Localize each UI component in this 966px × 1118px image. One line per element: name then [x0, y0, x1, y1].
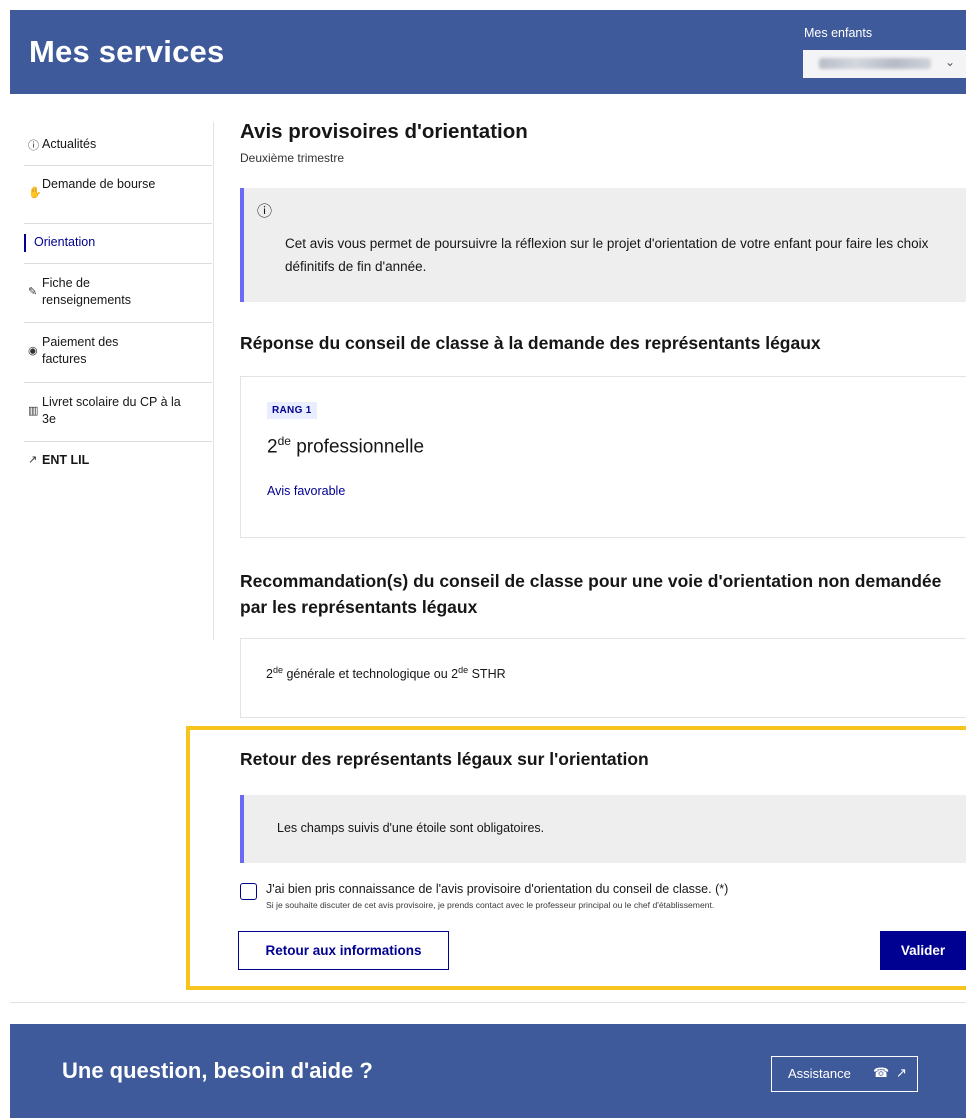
acknowledge-checkbox-label[interactable]: J'ai bien pris connaissance de l'avis pr…	[266, 882, 728, 896]
children-select[interactable]: ⌄	[803, 50, 966, 78]
required-fields-text: Les champs suivis d'une étoile sont obli…	[277, 821, 545, 835]
sidebar-divider	[24, 263, 212, 264]
footer: Une question, besoin d'aide ? Assistance…	[10, 1024, 966, 1118]
sidebar-item-label: Paiement des factures	[42, 335, 119, 366]
external-link-icon: ↗	[896, 1065, 907, 1080]
sidebar-item-label: ENT LIL	[42, 453, 90, 467]
rec-sup: de	[458, 665, 469, 675]
rec-sup: de	[272, 665, 283, 675]
sidebar-divider	[24, 165, 212, 166]
sidebar-item-actualites[interactable]: ⓘ Actualités	[24, 136, 212, 156]
book-icon: ▥	[28, 405, 39, 417]
assistance-label: Assistance	[788, 1066, 851, 1081]
rank-badge: RANG 1	[267, 402, 317, 419]
children-select-label: Mes enfants	[804, 26, 873, 40]
sidebar-divider	[24, 382, 212, 383]
acknowledge-checkbox[interactable]	[240, 883, 257, 900]
info-icon: ⓘ	[257, 203, 273, 220]
avis-status: Avis favorable	[267, 484, 346, 498]
sidebar-item-livret[interactable]: ▥ Livret scolaire du CP à la 3e	[24, 394, 212, 430]
main-content: ⓘ Actualités ✋ Demande de bourse Orienta…	[10, 94, 966, 1003]
choice-number: 2	[267, 436, 278, 458]
sidebar-item-fiche[interactable]: ✎ Fiche de renseignements	[24, 275, 212, 311]
recommendation-card: 2de générale et technologique ou 2de STH…	[240, 638, 966, 718]
info-text: Cet avis vous permet de poursuivre la ré…	[285, 236, 929, 274]
page-subtitle: Deuxième trimestre	[240, 151, 345, 165]
info-callout: ⓘ Cet avis vous permet de poursuivre la …	[240, 188, 966, 302]
handshake-icon: ✋	[28, 187, 42, 199]
sidebar-item-label: Orientation	[34, 235, 96, 249]
support-icon: ☎	[873, 1065, 890, 1080]
recommendation-section-title: Recommandation(s) du conseil de classe p…	[240, 571, 942, 617]
feedback-section-title: Retour des représentants légaux sur l'or…	[240, 749, 649, 769]
sidebar-divider	[24, 441, 212, 442]
sidebar-item-label: Fiche de renseignements	[42, 276, 131, 307]
sidebar-item-label: Demande de bourse	[42, 177, 156, 191]
rec-part: 2	[266, 667, 273, 682]
sidebar-item-label: Actualités	[42, 137, 97, 151]
orientation-choice: 2de professionnelle	[267, 434, 424, 458]
footer-title: Une question, besoin d'aide ?	[62, 1058, 373, 1083]
coins-icon: ◉	[28, 345, 38, 357]
page-title: Avis provisoires d'orientation	[240, 120, 528, 143]
assistance-button[interactable]: Assistance ☎ ↗	[771, 1056, 918, 1092]
chevron-down-icon: ⌄	[945, 55, 956, 69]
header: Mes services Mes enfants ⌄	[10, 10, 966, 94]
page: Mes services Mes enfants ⌄ ⓘ Actualités …	[0, 0, 966, 1118]
sidebar-divider	[24, 223, 212, 224]
response-section-title: Réponse du conseil de classe à la demand…	[240, 333, 821, 353]
required-fields-notice: Les champs suivis d'une étoile sont obli…	[240, 795, 966, 863]
page-header-title: Mes services	[29, 34, 225, 69]
choice-sup: de	[277, 434, 291, 448]
sidebar-item-label: Livret scolaire du CP à la 3e	[42, 395, 181, 426]
external-link-icon: ↗	[28, 454, 38, 466]
info-icon: ⓘ	[28, 140, 39, 152]
sidebar-item-orientation[interactable]: Orientation	[24, 234, 212, 254]
validate-button[interactable]: Valider	[880, 931, 966, 970]
response-card: RANG 1 2de professionnelle Avis favorabl…	[240, 376, 966, 538]
sidebar-item-ent[interactable]: ↗ ENT LIL	[24, 452, 212, 472]
choice-name: professionnelle	[290, 436, 425, 458]
rec-part: STHR	[468, 667, 506, 682]
edit-icon: ✎	[28, 286, 38, 298]
acknowledge-hint: Si je souhaite discuter de cet avis prov…	[266, 900, 715, 910]
sidebar-content-divider	[213, 122, 214, 640]
rec-part: générale et technologique ou 2	[282, 667, 459, 682]
sidebar-item-paiement[interactable]: ◉ Paiement des factures	[24, 334, 212, 370]
back-to-info-button[interactable]: Retour aux informations	[238, 931, 449, 970]
sidebar-divider	[24, 322, 212, 323]
sidebar-item-bourse[interactable]: ✋ Demande de bourse	[24, 176, 212, 212]
recommendation-text: 2de générale et technologique ou 2de STH…	[266, 665, 506, 681]
child-name-blurred	[819, 58, 931, 69]
